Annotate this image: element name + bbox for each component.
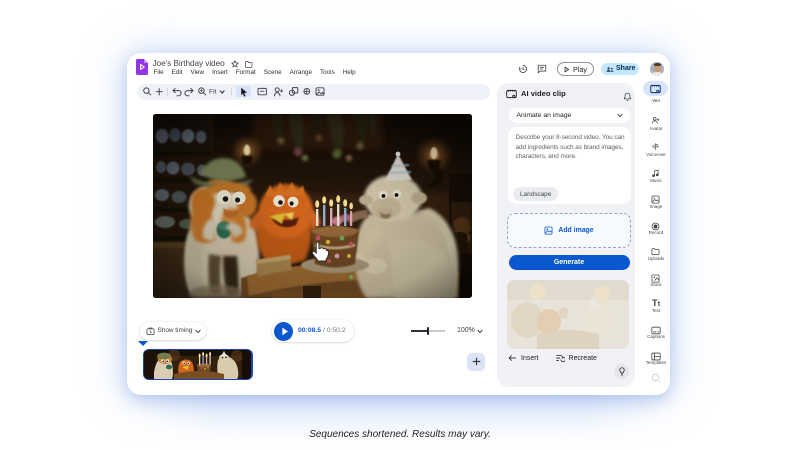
- svg-text:Fit: Fit: [209, 89, 217, 96]
